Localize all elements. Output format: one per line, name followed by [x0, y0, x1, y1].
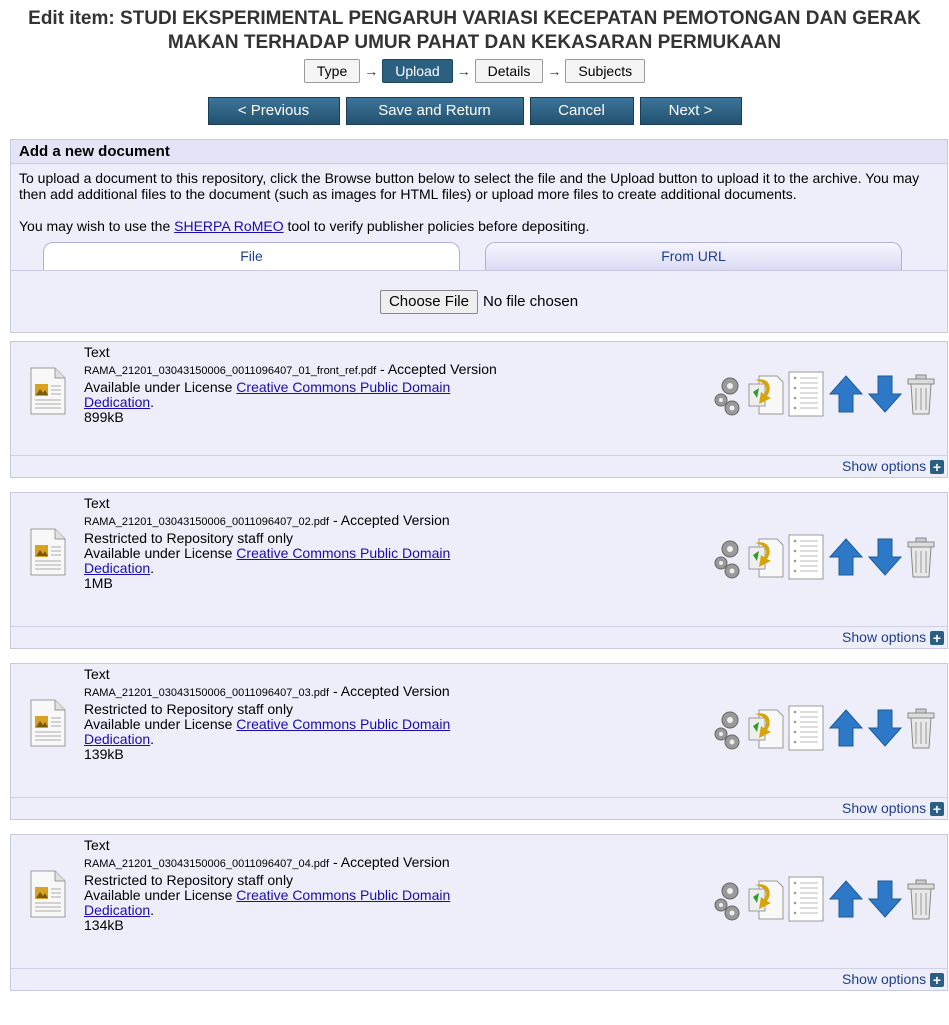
document-icon [28, 367, 68, 418]
document-type: Text [84, 666, 110, 682]
tab-from-url[interactable]: From URL [485, 242, 902, 270]
plus-icon: + [930, 631, 944, 645]
previous-button[interactable]: < Previous [207, 97, 340, 125]
details-icon[interactable] [786, 704, 826, 755]
move-up-icon[interactable] [827, 875, 865, 926]
document-filename: RAMA_21201_03043150006_0011096407_04.pdf… [84, 854, 450, 870]
details-icon[interactable] [786, 533, 826, 584]
document-version: Accepted Version [340, 854, 450, 870]
stage-arrow: → [456, 63, 471, 79]
document-list: Text RAMA_21201_03043150006_0011096407_0… [0, 341, 949, 991]
convert-icon[interactable] [745, 533, 785, 584]
plus-icon: + [930, 460, 944, 474]
move-down-icon[interactable] [866, 875, 904, 926]
add-document-panel: Add a new document To upload a document … [10, 139, 948, 333]
stage-arrow: → [364, 63, 379, 79]
document-actions [711, 704, 937, 755]
show-options-toggle[interactable]: Show options + [11, 797, 947, 819]
document-icon [28, 699, 68, 750]
document-type: Text [84, 495, 110, 511]
license-text: Available under License Creative Commons… [84, 716, 451, 747]
stage-subjects[interactable]: Subjects [565, 59, 646, 83]
trash-icon[interactable] [905, 875, 937, 926]
workflow-buttons: < Previous Save and Return Cancel Next > [0, 97, 949, 125]
move-up-icon[interactable] [827, 533, 865, 584]
trash-icon[interactable] [905, 704, 937, 755]
move-down-icon[interactable] [866, 370, 904, 421]
plus-icon: + [930, 973, 944, 987]
tab-file[interactable]: File [43, 242, 460, 270]
gears-icon[interactable] [712, 704, 744, 755]
sherpa-note: You may wish to use the SHERPA RoMEO too… [19, 218, 590, 234]
cancel-button[interactable]: Cancel [529, 97, 634, 125]
stage-upload[interactable]: Upload [382, 59, 453, 83]
license-text: Available under License Creative Commons… [84, 545, 451, 576]
convert-icon[interactable] [745, 704, 785, 755]
next-button[interactable]: Next > [639, 97, 742, 125]
file-upload-area: Choose File No file chosen [11, 270, 947, 332]
plus-icon: + [930, 802, 944, 816]
show-options-toggle[interactable]: Show options + [11, 455, 947, 477]
license-text: Available under License Creative Commons… [84, 379, 451, 410]
document-version: Accepted Version [340, 512, 450, 528]
sherpa-romeo-link[interactable]: SHERPA RoMEO [174, 218, 283, 234]
document-actions [711, 370, 937, 421]
move-up-icon[interactable] [827, 370, 865, 421]
document-card: Text RAMA_21201_03043150006_0011096407_0… [10, 492, 948, 649]
gears-icon[interactable] [712, 370, 744, 421]
convert-icon[interactable] [745, 875, 785, 926]
gears-icon[interactable] [712, 875, 744, 926]
details-icon[interactable] [786, 370, 826, 421]
save-and-return-button[interactable]: Save and Return [345, 97, 524, 125]
document-icon [28, 528, 68, 579]
trash-icon[interactable] [905, 533, 937, 584]
document-card: Text RAMA_21201_03043150006_0011096407_0… [10, 663, 948, 820]
show-options-toggle[interactable]: Show options + [11, 968, 947, 990]
trash-icon[interactable] [905, 370, 937, 421]
stage-arrow: → [547, 63, 562, 79]
upload-tabs: File From URL [19, 242, 939, 270]
move-down-icon[interactable] [866, 704, 904, 755]
convert-icon[interactable] [745, 370, 785, 421]
upload-instructions: To upload a document to this repository,… [19, 170, 920, 202]
document-card: Text RAMA_21201_03043150006_0011096407_0… [10, 834, 948, 991]
document-card: Text RAMA_21201_03043150006_0011096407_0… [10, 341, 948, 478]
details-icon[interactable] [786, 875, 826, 926]
choose-file-button[interactable]: Choose File [379, 289, 478, 314]
stage-type[interactable]: Type [303, 59, 361, 83]
page-title: Edit item: STUDI EKSPERIMENTAL PENGARUH … [28, 8, 921, 53]
document-actions [711, 533, 937, 584]
document-version: Accepted Version [387, 361, 497, 377]
add-document-heading: Add a new document [11, 140, 947, 164]
document-filename: RAMA_21201_03043150006_0011096407_02.pdf… [84, 512, 450, 528]
document-icon [28, 870, 68, 921]
move-up-icon[interactable] [827, 704, 865, 755]
document-actions [711, 875, 937, 926]
license-text: Available under License Creative Commons… [84, 887, 451, 918]
move-down-icon[interactable] [866, 533, 904, 584]
document-type: Text [84, 344, 110, 360]
show-options-toggle[interactable]: Show options + [11, 626, 947, 648]
gears-icon[interactable] [712, 533, 744, 584]
file-status: No file chosen [482, 292, 579, 310]
document-version: Accepted Version [340, 683, 450, 699]
document-filename: RAMA_21201_03043150006_0011096407_03.pdf… [84, 683, 450, 699]
stage-details[interactable]: Details [474, 59, 544, 83]
document-type: Text [84, 837, 110, 853]
workflow-stages: Type → Upload → Details → Subjects [0, 58, 949, 84]
